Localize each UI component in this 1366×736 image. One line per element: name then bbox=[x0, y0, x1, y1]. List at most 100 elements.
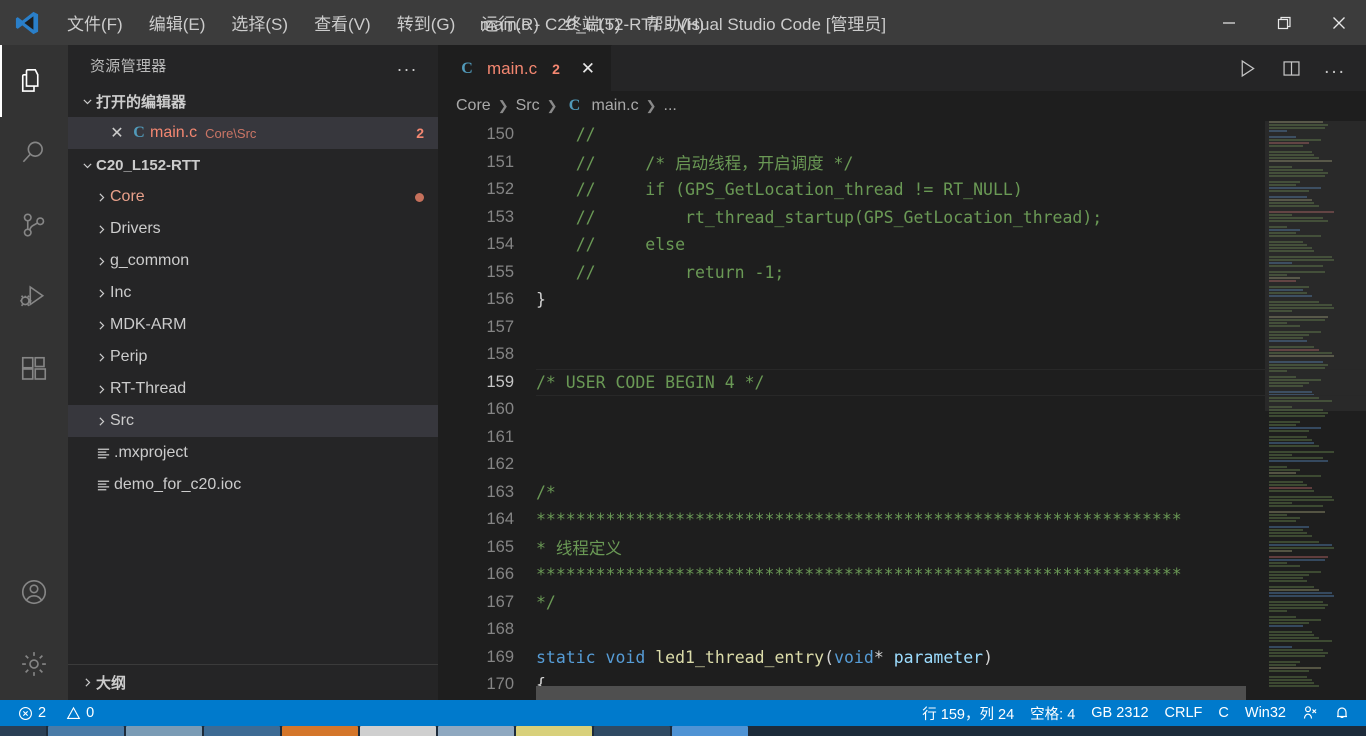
maximize-button[interactable] bbox=[1256, 0, 1311, 45]
section-project-root[interactable]: C20_L152-RTT bbox=[68, 149, 438, 181]
minimap-line bbox=[1269, 652, 1329, 654]
section-open-editors[interactable]: 打开的编辑器 bbox=[68, 85, 438, 117]
code-line[interactable]: 157 bbox=[438, 314, 1366, 342]
code-line[interactable]: 166 *************************************… bbox=[438, 561, 1366, 589]
activity-account[interactable] bbox=[0, 556, 68, 628]
minimap-line bbox=[1269, 649, 1323, 651]
minimap-line bbox=[1269, 439, 1313, 441]
tree-item-demo-for-c20-ioc[interactable]: demo_for_c20.ioc bbox=[68, 469, 438, 501]
taskbar-item[interactable] bbox=[594, 726, 670, 736]
tree-item-mdk-arm[interactable]: MDK-ARM bbox=[68, 309, 438, 341]
taskbar-item[interactable] bbox=[126, 726, 202, 736]
split-editor-icon[interactable] bbox=[1274, 51, 1308, 85]
horizontal-scrollbar[interactable] bbox=[536, 686, 1266, 700]
code-line[interactable]: 155 // return -1; bbox=[438, 259, 1366, 287]
close-button[interactable] bbox=[1311, 0, 1366, 45]
status-platform[interactable]: Win32 bbox=[1237, 700, 1294, 726]
code-line[interactable]: 163 /* bbox=[438, 479, 1366, 507]
section-outline[interactable]: 大纲 bbox=[68, 664, 438, 700]
status-notifications[interactable] bbox=[1326, 700, 1358, 726]
line-number: 164 bbox=[486, 510, 514, 529]
activity-explorer[interactable] bbox=[0, 45, 68, 117]
status-indentation[interactable]: 空格: 4 bbox=[1022, 700, 1083, 726]
status-live-share[interactable] bbox=[1294, 700, 1326, 726]
code-text: /* USER CODE BEGIN 4 */ bbox=[536, 373, 764, 392]
code-line[interactable]: 168 bbox=[438, 616, 1366, 644]
tree-item-inc[interactable]: Inc bbox=[68, 277, 438, 309]
tree-item-perip[interactable]: Perip bbox=[68, 341, 438, 373]
tab-mainc[interactable]: C main.c 2 ✕ bbox=[438, 45, 612, 91]
menu-selection[interactable]: 选择(S) bbox=[218, 0, 301, 45]
breadcrumb-item-symbol[interactable]: ... bbox=[664, 97, 677, 115]
tree-item-mxproject[interactable]: .mxproject bbox=[68, 437, 438, 469]
taskbar-item[interactable] bbox=[48, 726, 124, 736]
code-line[interactable]: 160 bbox=[438, 396, 1366, 424]
code-line[interactable]: 156} bbox=[438, 286, 1366, 314]
minimap-line bbox=[1269, 466, 1287, 468]
activity-spacer bbox=[0, 405, 68, 556]
horizontal-scrollbar-thumb[interactable] bbox=[536, 686, 1246, 700]
activity-extensions[interactable] bbox=[0, 333, 68, 405]
menu-edit[interactable]: 编辑(E) bbox=[136, 0, 219, 45]
minimize-button[interactable] bbox=[1201, 0, 1256, 45]
taskbar-item[interactable] bbox=[438, 726, 514, 736]
breadcrumb-item-src[interactable]: Src bbox=[516, 97, 540, 115]
code-line[interactable]: 159 /* USER CODE BEGIN 4 */ bbox=[438, 369, 1366, 397]
status-language-mode[interactable]: C bbox=[1210, 700, 1236, 726]
code-editor[interactable]: 150 //151 // /* 启动线程，开启调度 */152 // if (G… bbox=[438, 121, 1366, 700]
activity-search[interactable] bbox=[0, 117, 68, 189]
code-line[interactable]: 153 // rt_thread_startup(GPS_GetLocation… bbox=[438, 204, 1366, 232]
activity-settings[interactable] bbox=[0, 628, 68, 700]
taskbar-item[interactable] bbox=[672, 726, 748, 736]
tree-item-rt-thread[interactable]: RT-Thread bbox=[68, 373, 438, 405]
taskbar-start-button[interactable] bbox=[0, 726, 46, 736]
code-line[interactable]: 158 bbox=[438, 341, 1366, 369]
code-line[interactable]: 165 * 线程定义 bbox=[438, 534, 1366, 562]
menu-help[interactable]: 帮助(H) bbox=[634, 0, 718, 45]
status-eol[interactable]: CRLF bbox=[1157, 700, 1211, 726]
code-line[interactable]: 162 bbox=[438, 451, 1366, 479]
chevron-right-icon bbox=[92, 223, 110, 236]
minimap[interactable] bbox=[1265, 121, 1366, 700]
code-line[interactable]: 154 // else bbox=[438, 231, 1366, 259]
activity-run-debug[interactable] bbox=[0, 261, 68, 333]
minimap-slider[interactable] bbox=[1265, 121, 1366, 411]
code-line[interactable]: 152 // if (GPS_GetLocation_thread != RT_… bbox=[438, 176, 1366, 204]
status-warnings[interactable]: 0 bbox=[58, 700, 102, 726]
breadcrumb-item-mainc[interactable]: main.c bbox=[592, 97, 639, 115]
breadcrumb-item-core[interactable]: Core bbox=[456, 97, 491, 115]
close-icon[interactable]: ✕ bbox=[106, 123, 128, 143]
activity-source-control[interactable] bbox=[0, 189, 68, 261]
minimap-line bbox=[1269, 646, 1292, 648]
menu-file[interactable]: 文件(F) bbox=[54, 0, 136, 45]
code-line[interactable]: 151 // /* 启动线程，开启调度 */ bbox=[438, 149, 1366, 177]
code-line[interactable]: 167 */ bbox=[438, 589, 1366, 617]
code-line[interactable]: 150 // bbox=[438, 121, 1366, 149]
taskbar-item[interactable] bbox=[516, 726, 592, 736]
taskbar-item[interactable] bbox=[282, 726, 358, 736]
menu-run[interactable]: 运行(R) bbox=[468, 0, 552, 45]
more-actions-icon[interactable]: ... bbox=[1318, 51, 1352, 85]
tree-item-src[interactable]: Src bbox=[68, 405, 438, 437]
menu-terminal[interactable]: 终端(T) bbox=[552, 0, 634, 45]
code-line[interactable]: 164 *************************************… bbox=[438, 506, 1366, 534]
taskbar-item[interactable] bbox=[360, 726, 436, 736]
code-line[interactable]: 169 static void led1_thread_entry(void* p… bbox=[438, 644, 1366, 672]
tree-item-core[interactable]: Core bbox=[68, 181, 438, 213]
code-line[interactable]: 161 bbox=[438, 424, 1366, 452]
tree-item-g-common[interactable]: g_common bbox=[68, 245, 438, 277]
taskbar-item[interactable] bbox=[204, 726, 280, 736]
tree-item-drivers[interactable]: Drivers bbox=[68, 213, 438, 245]
status-errors[interactable]: 2 bbox=[10, 700, 54, 726]
sidebar-more-actions[interactable]: ... bbox=[397, 55, 418, 76]
menu-view[interactable]: 查看(V) bbox=[301, 0, 384, 45]
close-icon[interactable]: ✕ bbox=[577, 59, 599, 79]
status-cursor-position[interactable]: 行 159，列 24 bbox=[914, 700, 1022, 726]
run-play-icon[interactable] bbox=[1230, 51, 1264, 85]
code-lines[interactable]: 150 //151 // /* 启动线程，开启调度 */152 // if (G… bbox=[438, 121, 1366, 699]
open-editor-item-mainc[interactable]: ✕ C main.c Core\Src 2 bbox=[68, 117, 438, 149]
menu-go[interactable]: 转到(G) bbox=[384, 0, 469, 45]
status-encoding[interactable]: GB 2312 bbox=[1083, 700, 1156, 726]
minimap-line bbox=[1269, 481, 1304, 483]
